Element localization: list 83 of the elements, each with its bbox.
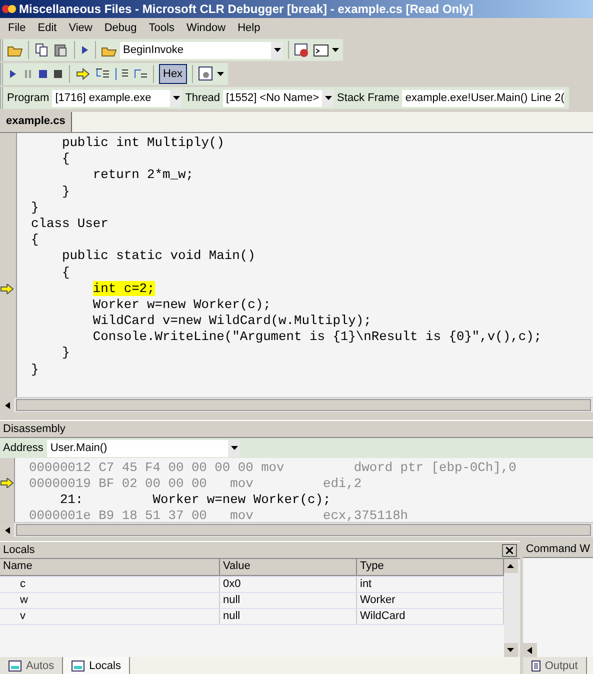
scroll-left-button[interactable]: [0, 523, 14, 537]
panel-title: Disassembly: [0, 420, 593, 438]
source-line: 21: Worker w=new Worker(c);: [58, 492, 332, 508]
scrollbar-thumb[interactable]: [16, 524, 591, 536]
window-icon: [8, 660, 22, 672]
program-label: Program: [7, 92, 50, 104]
scroll-left-button[interactable]: [522, 643, 537, 657]
code-line: class User: [31, 216, 110, 232]
assembly-line: 00000019 BF 02 00 00 00 mov edi,2: [29, 476, 363, 492]
menu-item[interactable]: Debug: [98, 22, 143, 34]
debugger-window-icon[interactable]: [294, 42, 310, 58]
code-line: {: [60, 264, 71, 281]
stack-frame-combo[interactable]: example.exe!User.Main() Line 2(: [402, 90, 566, 106]
code-line: {: [31, 232, 40, 248]
menu-item[interactable]: View: [62, 22, 98, 34]
program-combo[interactable]: [1716] example.exe: [52, 90, 182, 106]
column-header[interactable]: Value: [220, 559, 357, 576]
code-line: {: [60, 151, 71, 168]
table-cell: w: [0, 593, 220, 608]
document-tab[interactable]: example.cs: [0, 112, 72, 132]
scroll-down-icon: [507, 648, 514, 652]
command-window-icon[interactable]: [313, 42, 329, 58]
scrollbar-thumb[interactable]: [16, 399, 591, 411]
panel-tab[interactable]: Locals: [63, 657, 130, 674]
panel-tab[interactable]: Output: [522, 657, 587, 674]
hex-button[interactable]: Hex: [159, 64, 187, 84]
caret-icon[interactable]: [274, 48, 280, 52]
stack-frame-label: Stack Frame: [337, 92, 400, 104]
show-next-statement-icon[interactable]: [75, 66, 91, 82]
address-label: Address: [3, 442, 44, 454]
step-over-icon[interactable]: [113, 66, 129, 82]
assembly-line: 0000001e B9 18 51 37 00 mov ecx,375118h: [29, 508, 410, 524]
menu-item[interactable]: Tools: [142, 22, 180, 34]
scroll-left-icon: [4, 526, 10, 534]
scroll-left-icon: [4, 402, 10, 408]
code-line: }: [31, 362, 40, 378]
breakpoints-window-icon[interactable]: [198, 66, 214, 82]
code-line: }: [60, 184, 71, 200]
column-header[interactable]: Type: [357, 559, 504, 576]
window-title-text: Miscellaneous Files - Microsoft CLR Debugger [break] - example.cs [Read Only]: [19, 2, 474, 16]
thread-combo[interactable]: [1552] <No Name>: [223, 90, 334, 106]
assembly-line: 00000012 C7 45 F4 00 00 00 00 mov dword ptr [ebp-0Ch],0: [29, 460, 518, 476]
scroll-down-button[interactable]: [504, 643, 518, 657]
panel-tab[interactable]: Autos: [0, 657, 64, 674]
scroll-left-button[interactable]: [0, 398, 14, 412]
thread-label: Thread: [185, 92, 220, 104]
close-icon: [506, 546, 513, 554]
address-combo[interactable]: User.Main(): [47, 440, 240, 456]
caret-icon[interactable]: [216, 72, 224, 76]
app-logo-icon: [2, 3, 16, 15]
find-combo[interactable]: BeginInvoke: [120, 42, 283, 58]
window-icon: [71, 660, 86, 672]
column-header[interactable]: Name: [0, 559, 220, 576]
code-line: public static void Main(): [60, 248, 256, 264]
caret-icon[interactable]: [324, 96, 332, 100]
code-line: WildCard v=new WildCard(w.Multiply);: [92, 313, 372, 330]
panel-title: Command W: [522, 541, 593, 558]
menu-item[interactable]: Edit: [32, 22, 63, 34]
code-line: Console.WriteLine("Argument is {1}\nResult is {0}",v(),c);: [92, 329, 543, 346]
paste-icon[interactable]: [53, 42, 69, 58]
caret-icon[interactable]: [172, 96, 180, 100]
table-cell: null: [220, 609, 357, 624]
scroll-up-icon: [507, 564, 514, 568]
table-cell: null: [220, 593, 357, 608]
close-button[interactable]: [502, 544, 517, 556]
scroll-up-button[interactable]: [504, 559, 518, 573]
menu-item[interactable]: File: [2, 22, 32, 34]
code-line: Worker w=new Worker(c);: [92, 296, 272, 314]
menu-item[interactable]: Help: [232, 22, 266, 34]
scroll-left-icon: [527, 646, 532, 654]
caret-icon[interactable]: [230, 446, 238, 450]
code-line: return 2*m_w;: [92, 167, 194, 184]
code-line: }: [60, 345, 71, 362]
table-cell: 0x0: [220, 577, 357, 592]
code-line: public int Multiply(): [60, 135, 226, 152]
table-cell: v: [0, 609, 220, 624]
table-cell: c: [0, 577, 220, 592]
menu-item[interactable]: Window: [180, 22, 232, 34]
panel-title: Locals: [3, 544, 35, 556]
caret-icon[interactable]: [332, 48, 339, 52]
copy-icon[interactable]: [34, 42, 50, 58]
code-line: }: [31, 200, 40, 216]
document-icon: [530, 660, 541, 672]
